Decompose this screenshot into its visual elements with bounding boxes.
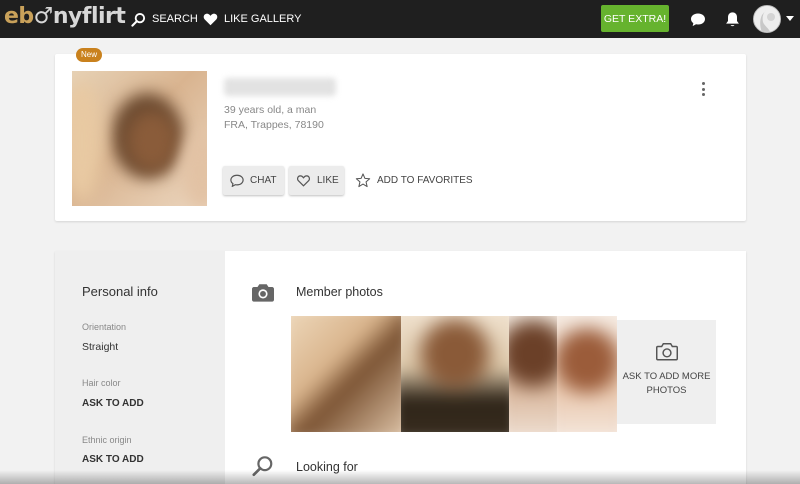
photo-blur-shape: [182, 131, 207, 206]
member-photo-thumbnail[interactable]: [291, 316, 401, 432]
personal-info-title: Personal info: [82, 284, 158, 299]
member-location: FRA, Trappes, 78190: [224, 119, 324, 131]
add-to-favorites-button[interactable]: ADD TO FAVORITES: [355, 171, 473, 190]
hair-color-ask-link[interactable]: ASK TO ADD: [82, 398, 144, 409]
member-photo-thumbnail[interactable]: [401, 316, 509, 432]
more-options-button[interactable]: [697, 80, 709, 98]
ask-to-add-more-photos-label: ASK TO ADD MORE PHOTOS: [622, 371, 711, 396]
new-badge: New: [76, 48, 103, 62]
site-logo[interactable]: eb♂nyflirt: [4, 4, 126, 30]
logo-part2: ♂nyflirt: [33, 4, 126, 29]
avatar[interactable]: [753, 5, 781, 33]
ethnic-origin-label: Ethnic origin: [82, 435, 132, 445]
member-photos-strip: [291, 316, 617, 432]
nav-search[interactable]: SEARCH: [131, 0, 198, 38]
star-outline-icon: [355, 173, 371, 188]
chat-button[interactable]: CHAT: [223, 166, 284, 195]
photo-blur-shape: [72, 81, 102, 201]
caret-down-icon[interactable]: [786, 16, 794, 21]
orientation-value: Straight: [82, 341, 119, 353]
dot-icon: [701, 87, 705, 91]
heart-icon: [203, 13, 218, 26]
camera-icon: [252, 284, 274, 302]
bell-icon[interactable]: [722, 9, 742, 29]
member-name-blurred: [224, 78, 336, 96]
member-photo-thumbnail[interactable]: [557, 316, 617, 432]
photo-blur-shape: [509, 316, 557, 432]
magnifier-icon: [252, 456, 273, 477]
profile-photo[interactable]: [72, 71, 207, 206]
photo-blur-shape: [557, 316, 617, 432]
chat-bubble-icon[interactable]: [688, 9, 708, 29]
nav-like-label: LIKE GALLERY: [224, 13, 302, 25]
ethnic-origin-ask-link[interactable]: ASK TO ADD: [82, 454, 144, 465]
nav-search-label: SEARCH: [152, 13, 198, 25]
member-age: 39 years old, a man: [224, 104, 317, 116]
like-button-label: LIKE: [317, 175, 339, 186]
nav-like-gallery[interactable]: LIKE GALLERY: [203, 0, 301, 38]
orientation-label: Orientation: [82, 322, 127, 332]
like-button[interactable]: LIKE: [289, 166, 344, 195]
logo-part1: eb: [4, 4, 34, 29]
dot-icon: [701, 93, 705, 96]
member-photo-thumbnail[interactable]: [509, 316, 557, 432]
search-icon: [131, 12, 146, 27]
dot-icon: [701, 82, 705, 85]
get-extra-button[interactable]: GET EXTRA!: [601, 5, 669, 32]
photo-blur-shape: [401, 316, 509, 432]
ask-to-add-more-photos-button[interactable]: ASK TO ADD MORE PHOTOS: [617, 320, 716, 424]
photo-blur-shape: [127, 111, 177, 171]
photo-blur-shape: [291, 316, 401, 432]
heart-outline-icon: [297, 175, 310, 187]
hair-color-label: Hair color: [82, 378, 121, 388]
add-to-favorites-label: ADD TO FAVORITES: [377, 175, 473, 186]
camera-outline-icon: [655, 342, 678, 361]
chat-button-label: CHAT: [250, 175, 277, 186]
chat-icon: [230, 174, 244, 187]
member-photos-title: Member photos: [296, 285, 383, 299]
looking-for-title: Looking for: [296, 460, 358, 474]
